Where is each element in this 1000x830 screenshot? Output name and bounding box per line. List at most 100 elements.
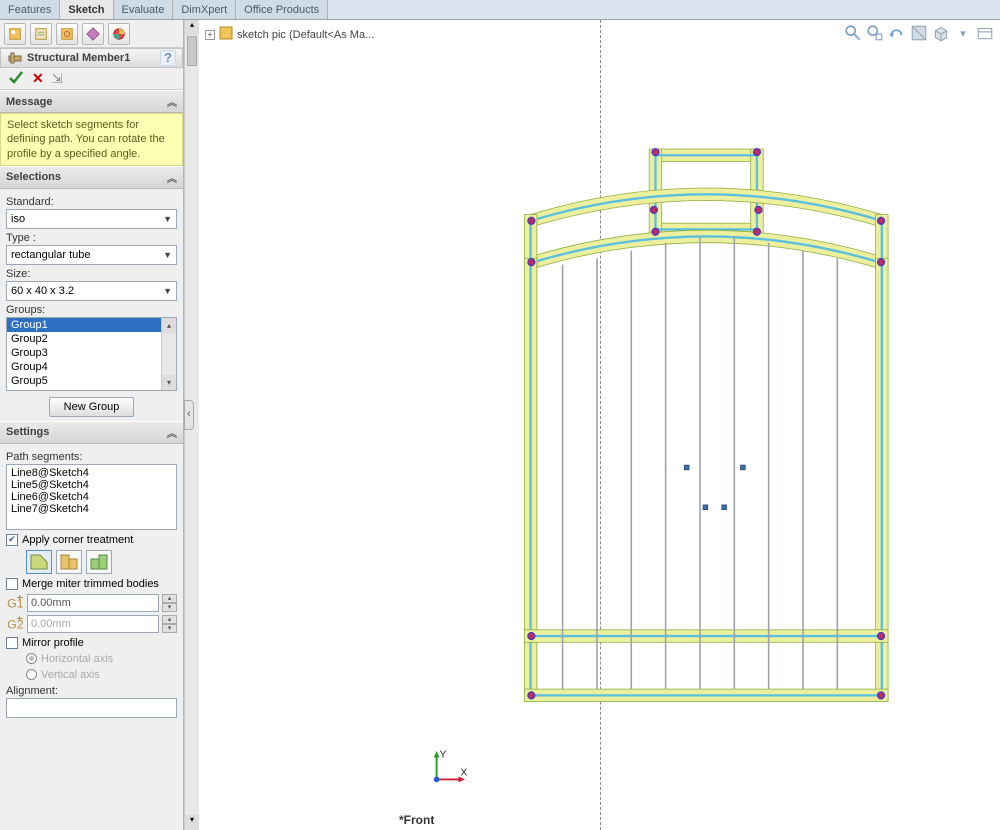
structural-member-icon — [7, 50, 23, 66]
message-header[interactable]: Message︽ — [0, 90, 183, 113]
feature-title-bar: Structural Member1 ? — [0, 48, 183, 68]
gap-g1-icon: G1 — [6, 595, 24, 611]
property-manager: Structural Member1 ? ✕ ⇲ Message︽ Select… — [0, 20, 184, 830]
alignment-label: Alignment: — [6, 685, 177, 697]
spinner-buttons[interactable]: ▴▾ — [162, 615, 177, 633]
chevron-down-icon: ▼ — [163, 250, 172, 260]
svg-text:G1: G1 — [7, 596, 24, 610]
orientation-triad[interactable]: Y X — [429, 749, 467, 790]
merge-miter-checkbox-row[interactable]: Merge miter trimmed bodies — [6, 578, 177, 590]
display-style-icon[interactable] — [976, 24, 994, 42]
config-manager-icon[interactable] — [56, 23, 78, 45]
chevron-down-icon: ▼ — [163, 286, 172, 296]
tab-sketch[interactable]: Sketch — [60, 0, 113, 19]
selections-body: Standard: iso▼ Type : rectangular tube▼ … — [0, 189, 183, 421]
merge-miter-label: Merge miter trimmed bodies — [22, 578, 159, 590]
radio-icon — [26, 653, 37, 664]
size-combo[interactable]: 60 x 40 x 3.2▼ — [6, 281, 177, 301]
checkbox-checked-icon[interactable]: ✔ — [6, 534, 18, 546]
zoom-fit-icon[interactable] — [844, 24, 862, 42]
pushpin-icon[interactable]: ⇲ — [52, 71, 63, 87]
message-body: Select sketch segments for defining path… — [0, 113, 183, 166]
list-item[interactable]: Line8@Sketch4 — [11, 467, 172, 479]
apply-corner-checkbox-row[interactable]: ✔ Apply corner treatment — [6, 534, 177, 546]
horizontal-axis-radio-row: Horizontal axis — [26, 653, 177, 665]
panel-splitter[interactable] — [184, 400, 194, 430]
settings-body: Path segments: Line8@Sketch4 Line5@Sketc… — [0, 444, 183, 722]
ok-button[interactable] — [8, 69, 24, 88]
list-item[interactable]: Group5 — [7, 374, 176, 388]
standard-label: Standard: — [6, 196, 177, 208]
dropdown-icon[interactable]: ▾ — [954, 24, 972, 42]
zoom-area-icon[interactable] — [866, 24, 884, 42]
settings-header[interactable]: Settings︽ — [0, 421, 183, 444]
gap-g2-icon: G2 — [6, 616, 24, 632]
horizontal-axis-label: Horizontal axis — [41, 653, 113, 665]
gap-g2-input[interactable]: 0.00mm — [27, 615, 159, 633]
pathsegments-listbox[interactable]: Line8@Sketch4 Line5@Sketch4 Line6@Sketch… — [6, 464, 177, 530]
chevron-down-icon: ▼ — [163, 214, 172, 224]
mirror-profile-label: Mirror profile — [22, 637, 84, 649]
groups-label: Groups: — [6, 304, 177, 316]
svg-text:G2: G2 — [7, 617, 24, 631]
feature-manager-toolbar — [0, 20, 184, 48]
corner-end-butt1-button[interactable] — [56, 550, 82, 574]
apply-corner-label: Apply corner treatment — [22, 534, 133, 546]
svg-text:Y: Y — [439, 750, 446, 761]
size-label: Size: — [6, 268, 177, 280]
new-group-button[interactable]: New Group — [49, 397, 135, 417]
list-item[interactable]: Group2 — [7, 332, 176, 346]
flyout-tree[interactable]: + sketch pic (Default<As Ma... — [205, 26, 374, 43]
expand-icon[interactable]: + — [205, 30, 215, 40]
checkbox-unchecked-icon[interactable] — [6, 578, 18, 590]
svg-text:X: X — [460, 768, 467, 779]
flyout-tree-label: sketch pic (Default<As Ma... — [237, 29, 374, 41]
dimxpert-manager-icon[interactable] — [82, 23, 104, 45]
type-label: Type : — [6, 232, 177, 244]
corner-end-butt2-button[interactable] — [86, 550, 112, 574]
tab-features[interactable]: Features — [0, 0, 60, 19]
vertical-axis-label: Vertical axis — [41, 669, 100, 681]
feature-tree-icon[interactable] — [4, 23, 26, 45]
view-orientation-icon[interactable] — [932, 24, 950, 42]
tab-office-products[interactable]: Office Products — [236, 0, 328, 19]
display-manager-icon[interactable] — [108, 23, 130, 45]
confirm-row: ✕ ⇲ — [0, 68, 183, 90]
list-item[interactable]: Line6@Sketch4 — [11, 491, 172, 503]
sketch-model — [394, 50, 995, 810]
alignment-input[interactable] — [6, 698, 177, 718]
groups-listbox[interactable]: Group1 Group2 Group3 Group4 Group5 ▴▾ — [6, 317, 177, 391]
cancel-button[interactable]: ✕ — [32, 70, 44, 87]
list-item[interactable]: Line7@Sketch4 — [11, 503, 172, 515]
selections-header[interactable]: Selections︽ — [0, 166, 183, 189]
pathsegments-label: Path segments: — [6, 451, 177, 463]
previous-view-icon[interactable] — [888, 24, 906, 42]
list-item[interactable]: Group4 — [7, 360, 176, 374]
list-item[interactable]: Group3 — [7, 346, 176, 360]
tab-evaluate[interactable]: Evaluate — [114, 0, 174, 19]
radio-icon — [26, 669, 37, 680]
graphics-area[interactable]: + sketch pic (Default<As Ma... ▾ — [199, 20, 1000, 830]
collapse-icon: ︽ — [167, 170, 177, 185]
type-combo[interactable]: rectangular tube▼ — [6, 245, 177, 265]
heads-up-toolbar: ▾ — [844, 24, 994, 42]
view-name-label: *Front — [399, 813, 434, 827]
section-view-icon[interactable] — [910, 24, 928, 42]
corner-end-miter-button[interactable] — [26, 550, 52, 574]
feature-name: Structural Member1 — [27, 52, 130, 64]
checkbox-unchecked-icon[interactable] — [6, 637, 18, 649]
spinner-buttons[interactable]: ▴▾ — [162, 594, 177, 612]
command-tabs: Features Sketch Evaluate DimXpert Office… — [0, 0, 1000, 20]
mirror-profile-checkbox-row[interactable]: Mirror profile — [6, 637, 177, 649]
list-item[interactable]: Group1 — [7, 318, 176, 332]
scrollbar[interactable]: ▴▾ — [161, 318, 176, 390]
help-icon[interactable]: ? — [160, 50, 176, 66]
property-manager-icon[interactable] — [30, 23, 52, 45]
tab-dimxpert[interactable]: DimXpert — [173, 0, 236, 19]
gap-g1-input[interactable]: 0.00mm — [27, 594, 159, 612]
collapse-icon: ︽ — [167, 94, 177, 109]
standard-combo[interactable]: iso▼ — [6, 209, 177, 229]
list-item[interactable]: Line5@Sketch4 — [11, 479, 172, 491]
part-icon — [219, 26, 233, 43]
vertical-axis-radio-row: Vertical axis — [26, 669, 177, 681]
